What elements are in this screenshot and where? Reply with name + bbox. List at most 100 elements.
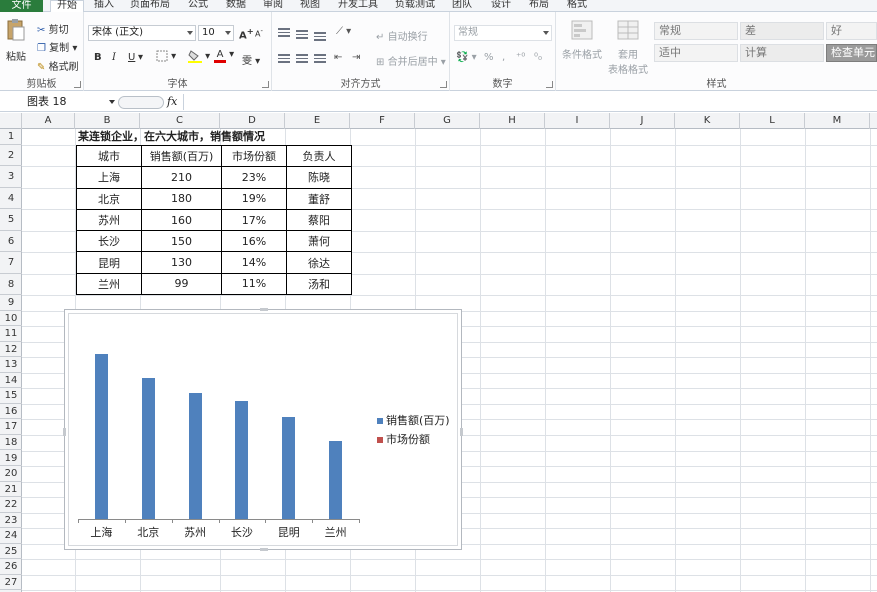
row-header-20[interactable]: 20 [0,466,22,482]
chart-bar-3[interactable] [188,393,202,519]
tab-team[interactable]: 团队 [452,0,472,12]
align-center-icon[interactable] [296,54,308,63]
chart-resize-handle[interactable] [63,428,66,436]
header-owner[interactable]: 负责人 [286,144,352,168]
chart-area[interactable] [68,313,458,546]
comma-button[interactable]: , [502,52,505,63]
percent-button[interactable]: % [484,52,494,63]
cell-owner[interactable]: 徐达 [286,251,352,274]
style-bad[interactable]: 差 [740,22,824,40]
wrap-text-button[interactable]: ↵ 自动换行 [376,28,428,43]
row-header-25[interactable]: 25 [0,544,22,560]
column-header-a[interactable]: A [22,113,75,129]
column-header-e[interactable]: E [285,113,350,129]
column-header-h[interactable]: H [480,113,545,129]
row-header-11[interactable]: 11 [0,326,22,342]
cell-city[interactable]: 上海 [76,166,142,189]
style-calculation[interactable]: 计算 [740,44,824,62]
cell-share[interactable]: 19% [221,187,287,210]
row-header-9[interactable]: 9 [0,295,22,311]
column-header-f[interactable]: F [350,113,415,129]
chart-bar-1[interactable] [94,354,108,519]
column-header-m[interactable]: M [805,113,870,129]
header-sales[interactable]: 销售额(百万) [141,144,222,168]
clipboard-launcher-icon[interactable] [74,81,81,88]
fill-color-button[interactable]: ▾ [188,49,210,63]
font-name-select[interactable]: 宋体 (正文) [88,25,196,41]
increase-indent-button[interactable]: ⇥ [352,52,360,63]
cell-share[interactable]: 11% [221,272,287,296]
style-normal[interactable]: 常规 [654,22,738,40]
cell-owner[interactable]: 萧何 [286,230,352,253]
column-header-c[interactable]: C [140,113,220,129]
style-good[interactable]: 好 [826,22,877,40]
tab-design[interactable]: 设计 [491,0,511,12]
tab-page-layout[interactable]: 页面布局 [130,0,170,12]
row-header-26[interactable]: 26 [0,559,22,575]
row-header-7[interactable]: 7 [0,252,22,274]
row-header-14[interactable]: 14 [0,373,22,389]
row-header-1[interactable]: 1 [0,129,22,145]
row-header-27[interactable]: 27 [0,575,22,591]
cell-city[interactable]: 苏州 [76,208,142,232]
name-box[interactable]: 图表 18 [27,95,117,110]
row-header-10[interactable]: 10 [0,311,22,327]
font-color-button[interactable]: A ▾ [214,49,234,63]
align-top-icon[interactable] [278,28,290,37]
row-header-5[interactable]: 5 [0,209,22,231]
header-city[interactable]: 城市 [76,144,142,168]
tab-format[interactable]: 格式 [567,0,587,12]
column-header-i[interactable]: I [545,113,610,129]
chart-resize-handle[interactable] [260,548,268,551]
chart-bar-6[interactable] [329,441,343,519]
chart-resize-handle[interactable] [460,428,463,436]
select-all-corner[interactable] [0,113,22,129]
cell-share[interactable]: 23% [221,166,287,189]
style-neutral[interactable]: 适中 [654,44,738,62]
cell-sales[interactable]: 150 [141,230,222,253]
cell-city[interactable]: 昆明 [76,251,142,274]
cell-sales[interactable]: 130 [141,251,222,274]
row-header-12[interactable]: 12 [0,342,22,358]
tab-data[interactable]: 数据 [226,0,246,12]
chart-bar-4[interactable] [235,401,249,519]
decrease-decimal-button[interactable]: ⁰₀ [534,52,542,63]
column-header-b[interactable]: B [75,113,140,129]
tab-developer[interactable]: 开发工具 [338,0,378,12]
row-header-17[interactable]: 17 [0,419,22,435]
row-header-4[interactable]: 4 [0,188,22,209]
grow-font-button[interactable]: A+ [239,26,254,41]
cell-share[interactable]: 16% [221,230,287,253]
format-painter-button[interactable]: ✎ 格式刷 [37,58,79,74]
legend-item-sales[interactable]: 销售额(百万) [377,412,450,428]
column-header-l[interactable]: L [740,113,805,129]
copy-button[interactable]: ❐ 复制 ▾ [37,39,77,55]
number-format-select[interactable]: 常规 [454,25,552,41]
format-as-table-button[interactable]: 套用 表格格式 [606,20,650,76]
tab-insert[interactable]: 插入 [94,0,114,12]
tab-load-test[interactable]: 负载测试 [395,0,435,12]
cell-owner[interactable]: 董舒 [286,187,352,210]
underline-button[interactable]: U [128,52,135,63]
chart-bar-2[interactable] [141,377,155,519]
cell-share[interactable]: 14% [221,251,287,274]
conditional-format-button[interactable]: 条件格式 [560,20,604,61]
header-share[interactable]: 市场份额 [221,144,287,168]
currency-button[interactable]: 💱 ▾ [456,52,477,63]
cell-sales[interactable]: 160 [141,208,222,232]
row-header-19[interactable]: 19 [0,451,22,467]
align-middle-icon[interactable] [296,30,308,39]
row-header-24[interactable]: 24 [0,528,22,544]
alignment-launcher-icon[interactable] [440,81,447,88]
cell-city[interactable]: 北京 [76,187,142,210]
phonetic-button[interactable]: 雯 ▾ [242,52,260,67]
align-bottom-icon[interactable] [314,32,326,41]
row-header-18[interactable]: 18 [0,435,22,451]
embedded-chart[interactable] [63,308,463,551]
italic-button[interactable]: I [112,52,116,63]
row-header-8[interactable]: 8 [0,274,22,295]
row-header-2[interactable]: 2 [0,145,22,166]
tab-formulas[interactable]: 公式 [188,0,208,12]
cell-sales[interactable]: 180 [141,187,222,210]
tab-layout[interactable]: 布局 [529,0,549,12]
